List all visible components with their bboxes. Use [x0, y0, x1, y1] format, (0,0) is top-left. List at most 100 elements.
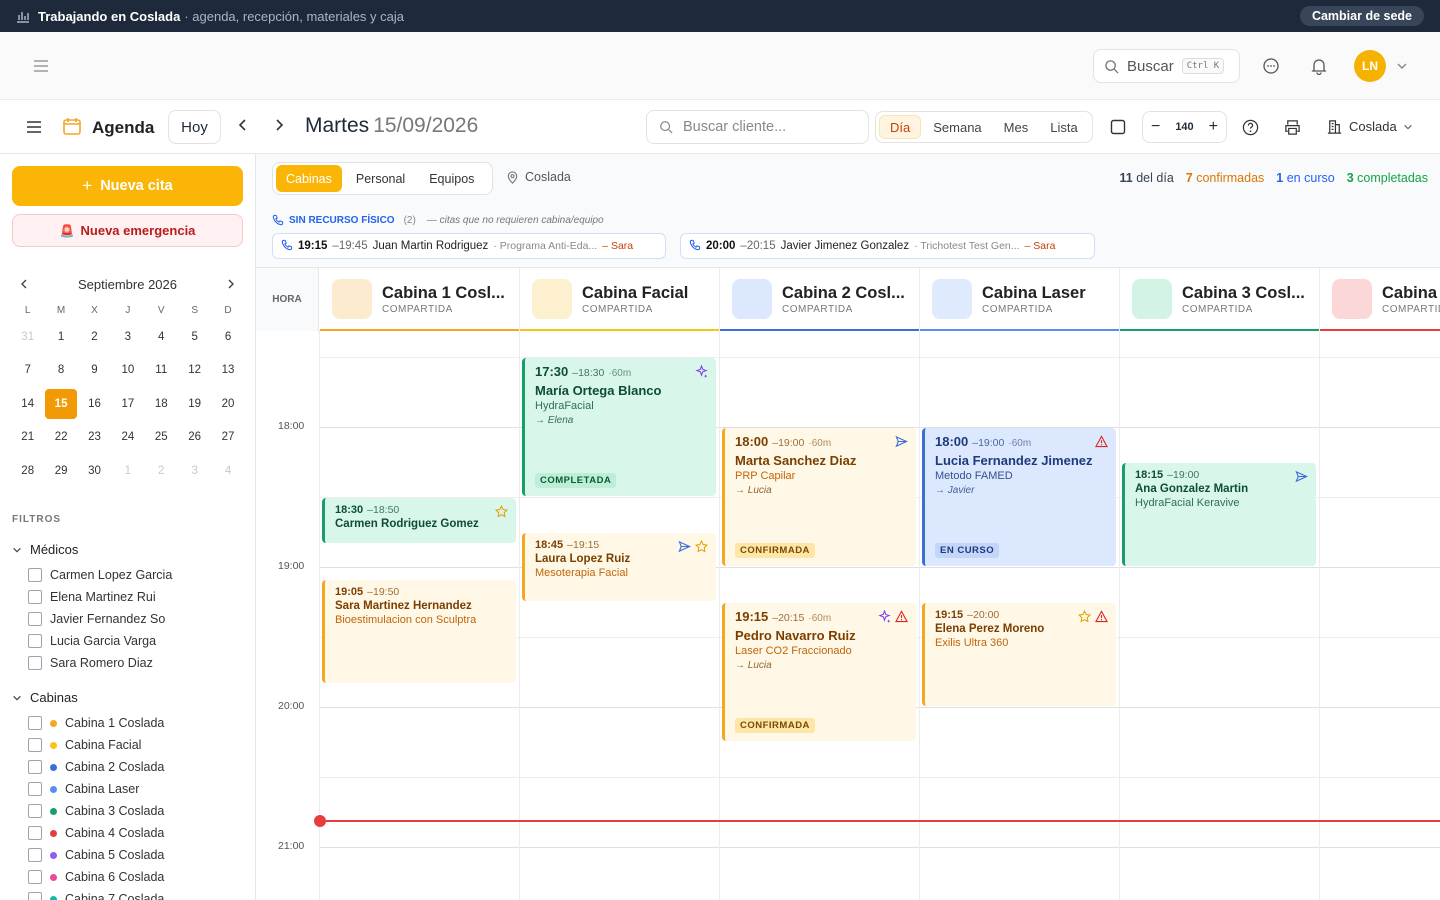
calendar-day[interactable]: 9 [78, 354, 111, 388]
checkbox[interactable] [28, 590, 42, 604]
cabin-filter[interactable]: Cabina 1 Coslada [28, 714, 164, 732]
checkbox[interactable] [28, 634, 42, 648]
calendar-day[interactable]: 3 [178, 454, 211, 488]
segment-tab-2[interactable]: Equipos [419, 165, 484, 192]
change-site-button[interactable]: Cambiar de sede [1299, 6, 1424, 26]
calendar-day[interactable]: 21 [11, 421, 44, 455]
calendar-day[interactable]: 17 [111, 387, 144, 421]
calendar-day[interactable]: 19 [178, 387, 211, 421]
location-filter[interactable]: Coslada [506, 170, 571, 184]
checkbox[interactable] [28, 826, 42, 840]
appointment-card[interactable]: 19:15 –20:15·60m Pedro Navarro Ruiz Laser C… [722, 603, 916, 741]
chevron-down-icon[interactable] [1396, 60, 1408, 72]
calendar-day[interactable]: 3 [111, 320, 144, 354]
calendar-day[interactable]: 23 [78, 421, 111, 455]
resource-column-header[interactable]: Cabina 1 Cosl... COMPARTIDA [320, 268, 520, 331]
calendar-day[interactable]: 22 [44, 421, 77, 455]
selected-day[interactable]: 15 [44, 387, 78, 421]
calendar-day[interactable]: 7 [11, 354, 44, 388]
view-tab-3[interactable]: Lista [1040, 115, 1087, 139]
user-avatar[interactable]: LN [1354, 50, 1386, 82]
appointment-card[interactable]: 18:00 –19:00·60m Marta Sanchez Diaz PRP Cap… [722, 428, 916, 566]
calendar-day[interactable]: 18 [145, 387, 178, 421]
calendar-day[interactable]: 20 [211, 387, 244, 421]
calendar-day[interactable]: 12 [178, 354, 211, 388]
checkbox[interactable] [28, 738, 42, 752]
new-appointment-button[interactable]: + Nueva cita [12, 166, 243, 206]
calendar-day[interactable]: 1 [44, 320, 77, 354]
doctors-group-toggle[interactable]: Médicos [12, 542, 78, 557]
new-emergency-button[interactable]: 🚨 Nueva emergencia [12, 214, 243, 247]
no-resource-appointment[interactable]: 20:00 –20:15 Javier Jimenez Gonzalez · Tric… [680, 233, 1095, 259]
calendar-day[interactable]: 2 [78, 320, 111, 354]
zoom-in-icon[interactable]: + [1209, 118, 1218, 136]
doctor-filter[interactable]: Sara Romero Diaz [28, 654, 153, 672]
calendar-day[interactable]: 11 [145, 354, 178, 388]
cabin-filter[interactable]: Cabina 7 Coslada [28, 890, 164, 900]
resource-column-header[interactable]: Cabina 4 Coslada COMPARTIDA [1320, 268, 1440, 331]
checkbox[interactable] [28, 804, 42, 818]
resource-column-header[interactable]: Cabina 3 Cosl... COMPARTIDA [1120, 268, 1320, 331]
cabin-filter[interactable]: Cabina 2 Coslada [28, 758, 164, 776]
calendar-day[interactable]: 5 [178, 320, 211, 354]
segment-tab-1[interactable]: Personal [346, 165, 415, 192]
menu-icon[interactable] [32, 58, 50, 74]
calendar-day[interactable]: 13 [211, 354, 244, 388]
resource-column-header[interactable]: Cabina 2 Cosl... COMPARTIDA [720, 268, 920, 331]
calendar-day[interactable]: 16 [78, 387, 111, 421]
calendar-day[interactable]: 8 [44, 354, 77, 388]
doctor-filter[interactable]: Lucia Garcia Varga [28, 632, 156, 650]
global-search[interactable]: Buscar Ctrl K [1093, 49, 1240, 83]
appointment-card[interactable]: 19:05 –19:50 Sara Martinez Hernandez Bioest… [322, 579, 516, 683]
today-button[interactable]: Hoy [168, 110, 221, 144]
calendar-day[interactable]: 27 [211, 421, 244, 455]
cabin-filter[interactable]: Cabina 4 Coslada [28, 824, 164, 842]
calendar-day[interactable]: 2 [145, 454, 178, 488]
calendar-day[interactable]: 1 [111, 454, 144, 488]
no-resource-appointment[interactable]: 19:15 –19:45 Juan Martin Rodriguez · Progra… [272, 233, 666, 259]
segment-tab-0[interactable]: Cabinas [276, 165, 342, 192]
bell-icon[interactable] [1310, 57, 1328, 75]
appointment-card[interactable]: 18:30 –18:50 Carmen Rodriguez Gomez [322, 498, 516, 543]
checkbox[interactable] [28, 760, 42, 774]
resource-column-header[interactable]: Cabina Laser COMPARTIDA [920, 268, 1120, 331]
square-icon[interactable] [1110, 119, 1126, 135]
chevron-left-icon[interactable] [236, 118, 250, 132]
calendar-day[interactable]: 4 [211, 454, 244, 488]
sidebar-toggle-icon[interactable] [26, 120, 42, 134]
appointment-card[interactable]: 18:00 –19:00·60m Lucia Fernandez Jimenez Me… [922, 428, 1116, 566]
calendar-day[interactable]: 10 [111, 354, 144, 388]
appointment-card[interactable]: 17:30 –18:30·60m María Ortega Blanco HydraF… [522, 358, 716, 496]
checkbox[interactable] [28, 848, 42, 862]
calendar-day[interactable]: 28 [11, 454, 44, 488]
checkbox[interactable] [28, 782, 42, 796]
calendar-day[interactable]: 4 [145, 320, 178, 354]
calendar-day[interactable]: 25 [145, 421, 178, 455]
doctor-filter[interactable]: Javier Fernandez So [28, 610, 165, 628]
cabin-filter[interactable]: Cabina Laser [28, 780, 139, 798]
doctor-filter[interactable]: Carmen Lopez Garcia [28, 566, 172, 584]
calendar-day[interactable]: 24 [111, 421, 144, 455]
cabin-filter[interactable]: Cabina Facial [28, 736, 141, 754]
resource-column-header[interactable]: Cabina Facial COMPARTIDA [520, 268, 720, 331]
checkbox[interactable] [28, 716, 42, 730]
calendar-day[interactable]: 30 [78, 454, 111, 488]
view-tab-0[interactable]: Día [879, 115, 922, 139]
client-search-input[interactable]: Buscar cliente... [646, 110, 869, 144]
checkbox[interactable] [28, 892, 42, 900]
view-tab-2[interactable]: Mes [994, 115, 1039, 139]
cabin-filter[interactable]: Cabina 5 Coslada [28, 846, 164, 864]
cabin-filter[interactable]: Cabina 6 Coslada [28, 868, 164, 886]
view-tab-1[interactable]: Semana [923, 115, 991, 139]
calendar-day[interactable]: 31 [11, 320, 44, 354]
help-icon[interactable] [1242, 119, 1259, 136]
calendar-day[interactable]: 29 [44, 454, 77, 488]
checkbox[interactable] [28, 870, 42, 884]
chevron-left-icon[interactable] [18, 278, 30, 290]
chevron-right-icon[interactable] [272, 118, 286, 132]
appointment-card[interactable]: 19:15 –20:00 Elena Perez Moreno Exilis Ultr… [922, 603, 1116, 706]
calendar-day[interactable]: 26 [178, 421, 211, 455]
appointment-card[interactable]: 18:15 –19:00 Ana Gonzalez Martin HydraFacia… [1122, 463, 1316, 566]
doctor-filter[interactable]: Elena Martinez Rui [28, 588, 156, 606]
calendar-day[interactable]: 14 [11, 387, 44, 421]
